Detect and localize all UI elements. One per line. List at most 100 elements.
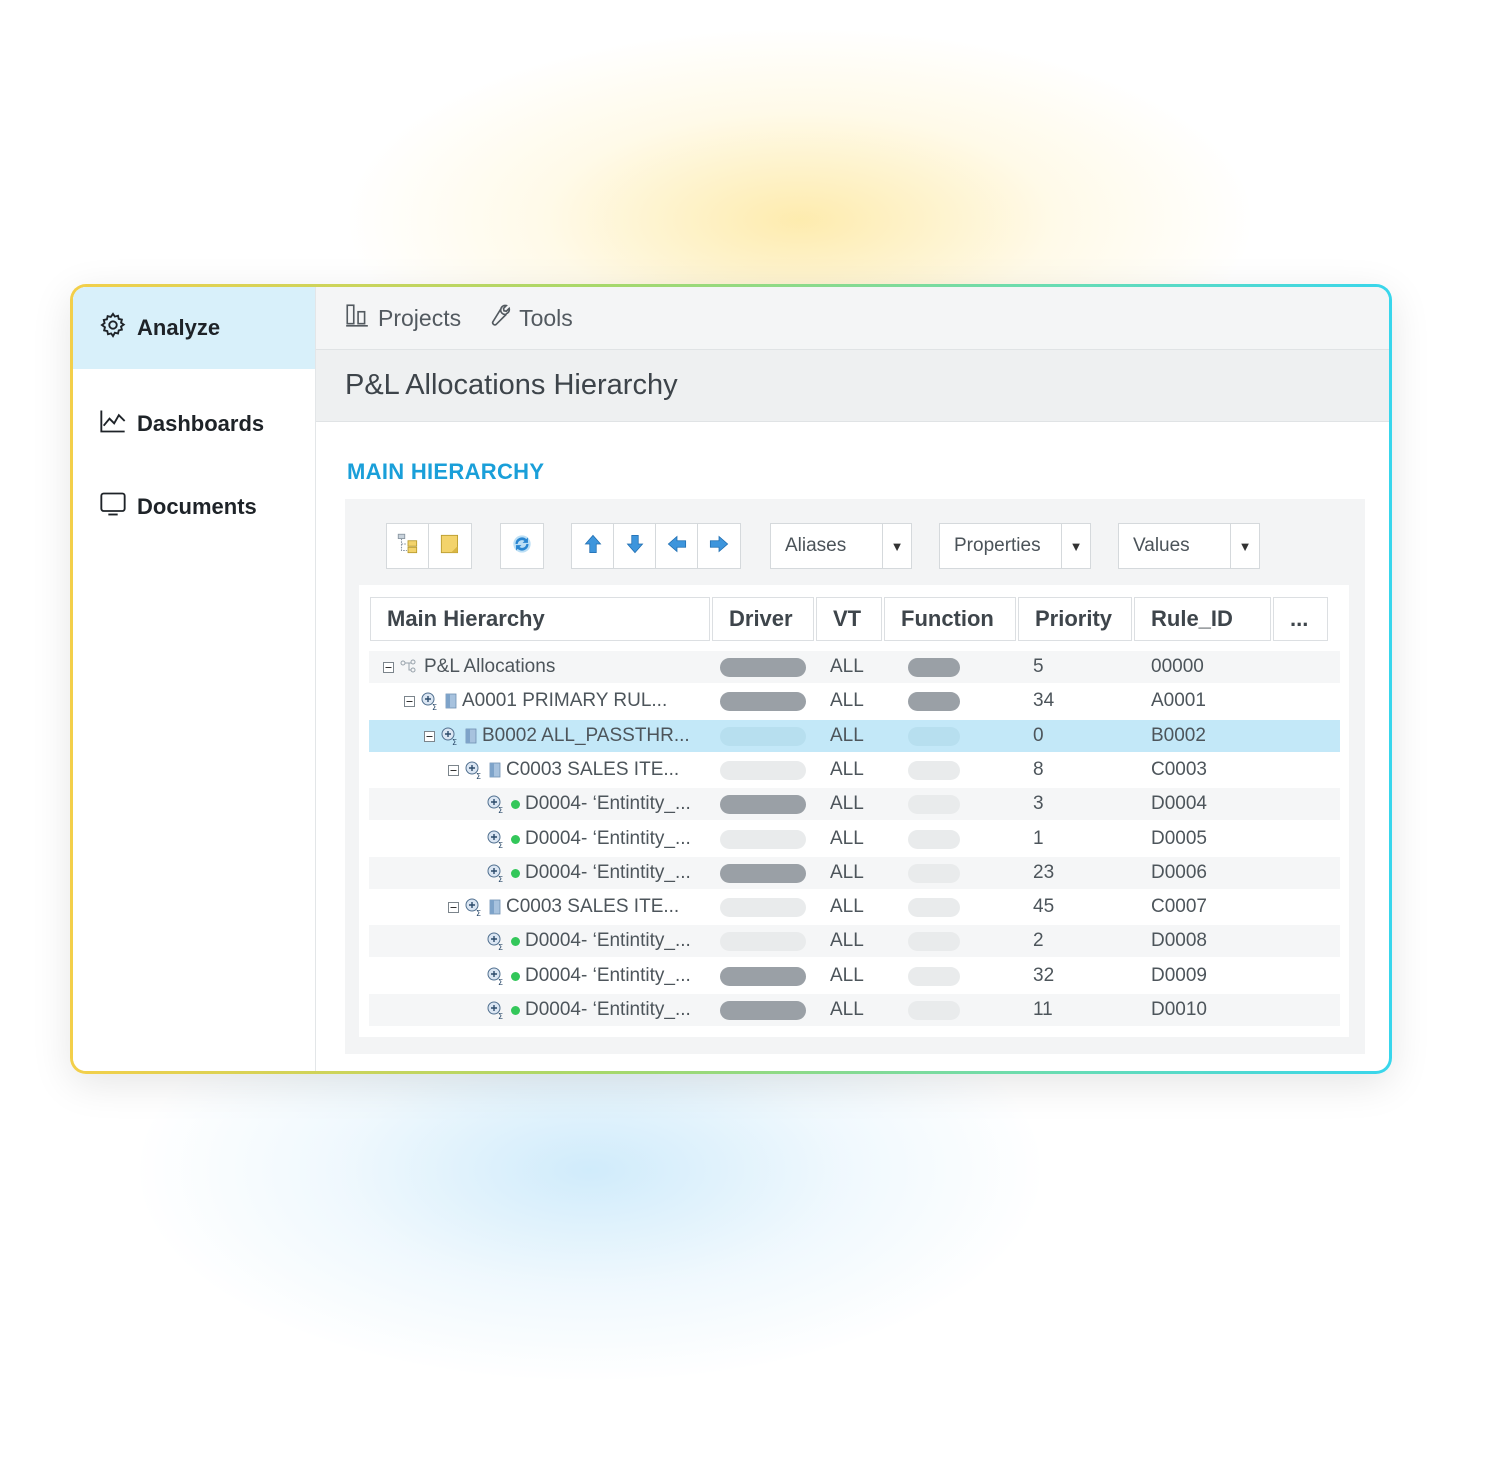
driver-cell <box>720 994 806 1026</box>
arrow-left-icon <box>664 531 690 562</box>
status-dot-icon <box>511 971 520 981</box>
values-label: Values <box>1133 535 1190 556</box>
folder-icon <box>489 762 501 778</box>
collapse-toggle-icon[interactable] <box>404 695 415 707</box>
collapse-toggle-icon[interactable] <box>448 901 459 913</box>
function-cell <box>908 994 960 1026</box>
function-bar <box>908 726 960 746</box>
status-dot-icon <box>511 868 520 878</box>
table-row[interactable]: P&L Allocations ALL 5 00000 <box>369 651 1340 683</box>
tree-cell: Σ B0002 ALL_PASSTHR... <box>424 720 690 752</box>
caret-down-icon: ▼ <box>1061 524 1090 568</box>
driver-cell <box>720 754 806 786</box>
function-cell <box>908 891 960 923</box>
table-row[interactable]: Σ D0004- ‘Entintity_... ALL 32 D0009 <box>369 960 1340 992</box>
table-row[interactable]: Σ D0004- ‘Entintity_... ALL 11 D0010 <box>369 994 1340 1026</box>
column-header-vt[interactable]: VT <box>816 597 882 641</box>
table-row[interactable]: Σ D0004- ‘Entintity_... ALL 1 D0005 <box>369 823 1340 855</box>
priority-cell: 11 <box>1033 999 1053 1020</box>
properties-label: Properties <box>954 535 1041 556</box>
tree-cell: Σ D0004- ‘Entintity_... <box>486 994 691 1026</box>
column-header-more[interactable]: ... <box>1273 597 1328 641</box>
note-icon <box>437 531 463 562</box>
move-up-button[interactable] <box>572 524 614 568</box>
driver-bar <box>720 966 806 986</box>
table-row[interactable]: Σ D0004- ‘Entintity_... ALL 2 D0008 <box>369 925 1340 957</box>
vt-cell: ALL <box>830 690 864 711</box>
table-row[interactable]: Σ D0004- ‘Entintity_... ALL 23 D0006 <box>369 857 1340 889</box>
priority-cell: 32 <box>1033 965 1055 986</box>
refresh-icon <box>509 531 535 562</box>
column-header-main-hierarchy[interactable]: Main Hierarchy <box>370 597 710 641</box>
rule-formula-icon: Σ <box>486 931 506 951</box>
refresh-button[interactable] <box>501 524 543 568</box>
sidebar-item-label: Documents <box>137 494 257 519</box>
collapse-toggle-icon[interactable] <box>383 661 394 673</box>
tree-cell: Σ A0001 PRIMARY RUL... <box>404 685 667 717</box>
app-frame: Analyze Dashboards Documents Projects To… <box>70 284 1392 1074</box>
sidebar-item-analyze[interactable]: Analyze <box>73 287 315 369</box>
rule-id-cell: A0001 <box>1151 690 1206 711</box>
svg-text:Σ: Σ <box>476 909 481 917</box>
vt-cell: ALL <box>830 828 864 849</box>
driver-cell <box>720 925 806 957</box>
priority-cell: 3 <box>1033 793 1044 814</box>
values-dropdown[interactable]: Values ▼ <box>1118 523 1260 569</box>
tree-view-button[interactable] <box>387 524 429 568</box>
function-bar <box>908 966 960 986</box>
column-header-priority[interactable]: Priority <box>1018 597 1132 641</box>
tree-cell: Σ D0004- ‘Entintity_... <box>486 960 691 992</box>
sidebar-item-documents[interactable]: Documents <box>73 466 315 548</box>
svg-text:Σ: Σ <box>498 1012 503 1020</box>
function-bar <box>908 1000 960 1020</box>
rule-id-cell: B0002 <box>1151 725 1206 746</box>
rule-formula-icon: Σ <box>464 897 484 917</box>
rule-id-cell: D0006 <box>1151 862 1207 883</box>
wrench-icon <box>485 302 511 334</box>
rule-formula-icon: Σ <box>420 691 440 711</box>
function-cell <box>908 857 960 889</box>
svg-text:Σ: Σ <box>452 738 457 746</box>
column-header-rule-id[interactable]: Rule_ID <box>1134 597 1271 641</box>
tree-cell: Σ D0004- ‘Entintity_... <box>486 823 691 855</box>
driver-bar <box>720 726 806 746</box>
table-row[interactable]: Σ D0004- ‘Entintity_... ALL 3 D0004 <box>369 788 1340 820</box>
note-button[interactable] <box>429 524 471 568</box>
tab-projects[interactable]: Projects <box>344 302 461 334</box>
caret-down-icon: ▼ <box>882 524 911 568</box>
driver-cell <box>720 788 806 820</box>
tab-tools[interactable]: Tools <box>485 302 573 334</box>
column-header-driver[interactable]: Driver <box>712 597 814 641</box>
move-left-button[interactable] <box>656 524 698 568</box>
table-row[interactable]: Σ C0003 SALES ITE... ALL 8 C0003 <box>369 754 1340 786</box>
driver-cell <box>720 651 806 683</box>
collapse-toggle-icon[interactable] <box>448 764 459 776</box>
priority-cell: 45 <box>1033 896 1055 917</box>
driver-cell <box>720 685 806 717</box>
function-cell <box>908 685 960 717</box>
sidebar-item-dashboards[interactable]: Dashboards <box>73 383 315 465</box>
priority-cell: 5 <box>1033 656 1044 677</box>
tree-item-label: D0004- ‘Entintity_... <box>525 828 691 849</box>
section-title: MAIN HIERARCHY <box>347 459 545 484</box>
move-right-button[interactable] <box>698 524 740 568</box>
move-down-button[interactable] <box>614 524 656 568</box>
monitor-icon <box>99 490 127 524</box>
driver-cell <box>720 891 806 923</box>
driver-bar <box>720 863 806 883</box>
properties-dropdown[interactable]: Properties ▼ <box>939 523 1091 569</box>
function-bar <box>908 829 960 849</box>
table-row[interactable]: Σ C0003 SALES ITE... ALL 45 C0007 <box>369 891 1340 923</box>
vt-cell: ALL <box>830 759 864 780</box>
table-row[interactable]: Σ B0002 ALL_PASSTHR... ALL 0 B0002 <box>369 720 1340 752</box>
function-bar <box>908 897 960 917</box>
main-area: Projects Tools P&L Allocations Hierarchy… <box>316 287 1389 1071</box>
collapse-toggle-icon[interactable] <box>424 730 435 742</box>
function-cell <box>908 823 960 855</box>
status-dot-icon <box>511 834 520 844</box>
aliases-dropdown[interactable]: Aliases ▼ <box>770 523 912 569</box>
column-header-function[interactable]: Function <box>884 597 1016 641</box>
sidebar: Analyze Dashboards Documents <box>73 287 316 1071</box>
status-dot-icon <box>511 799 520 809</box>
table-row[interactable]: Σ A0001 PRIMARY RUL... ALL 34 A0001 <box>369 685 1340 717</box>
